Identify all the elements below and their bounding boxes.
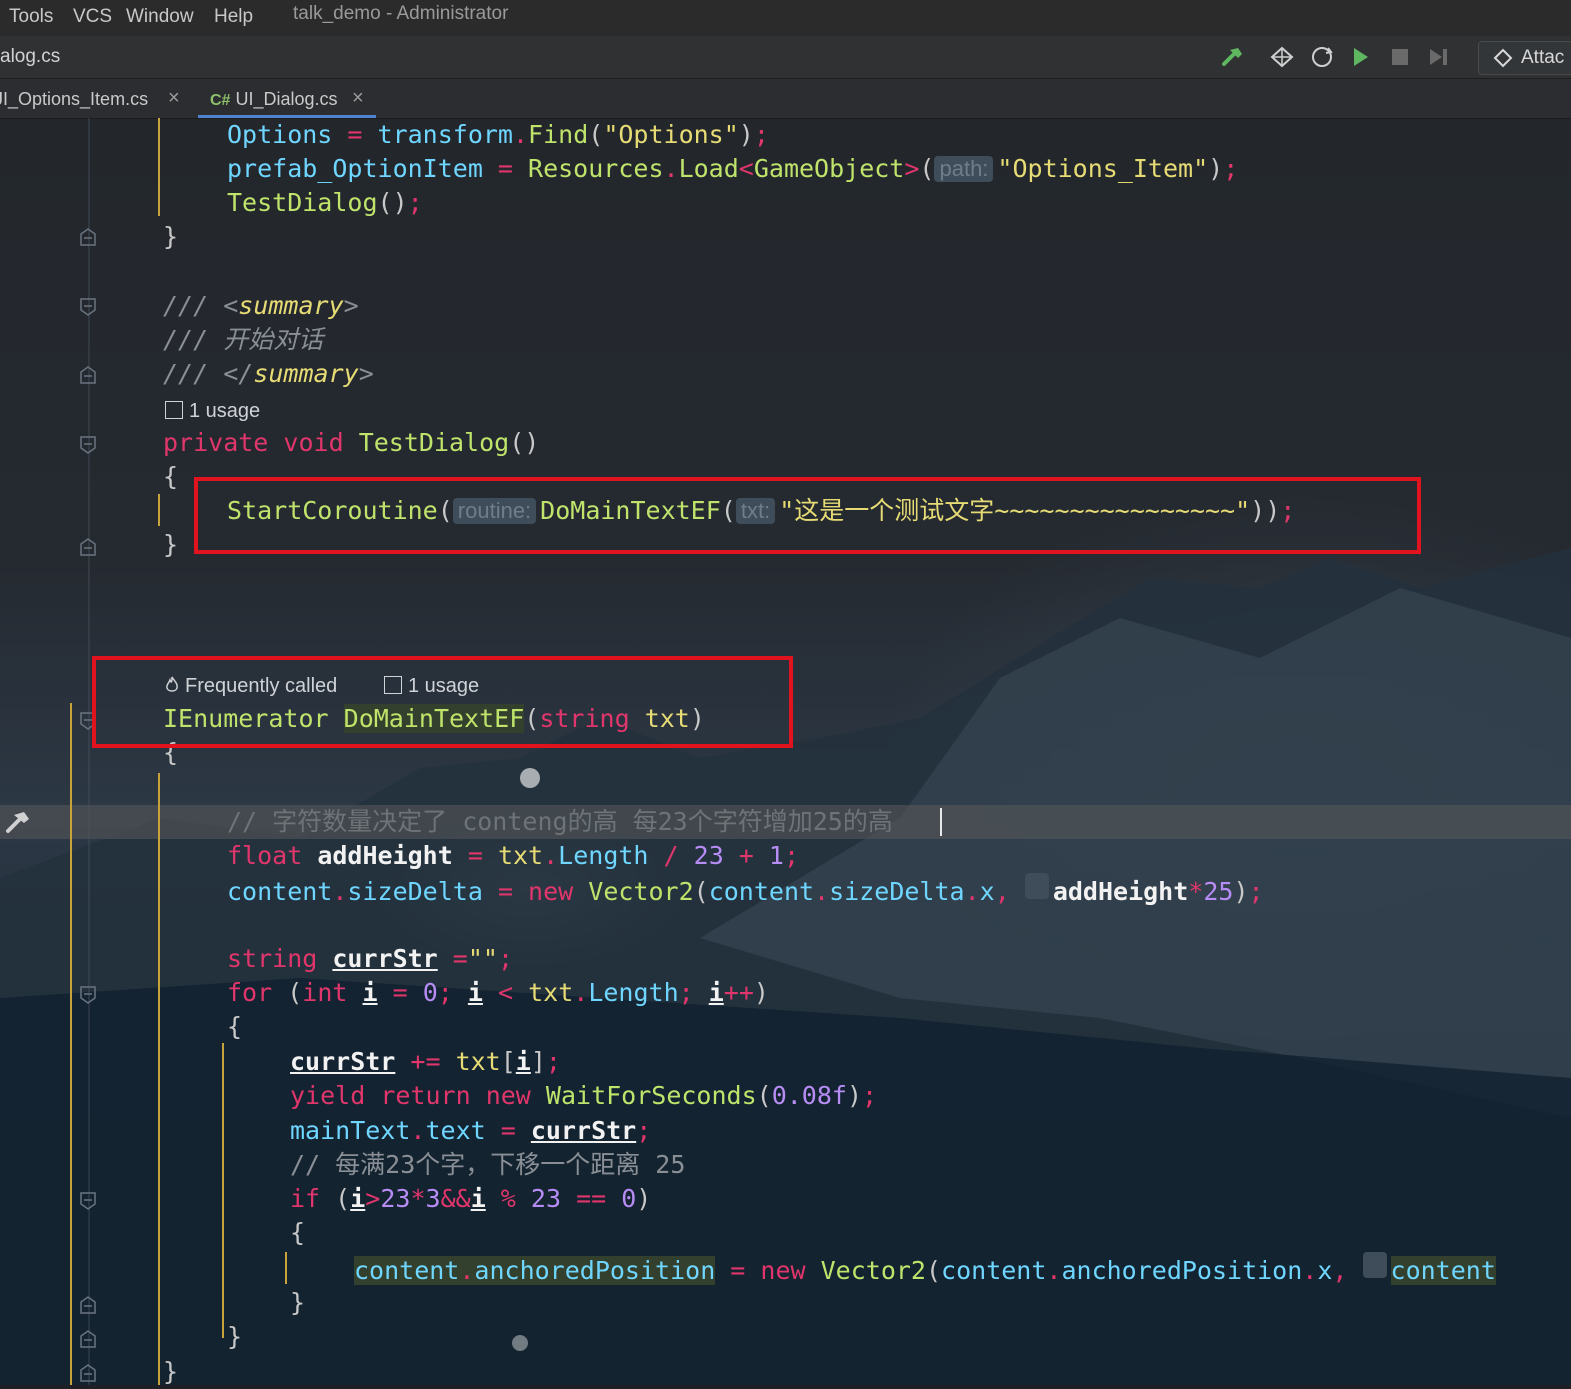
usage-hint[interactable]: 1 usage [165,397,260,425]
code-line: string currStr =""; [227,944,514,973]
fold-end-icon[interactable] [80,1330,96,1348]
code-line: } [163,1357,179,1386]
indent-guide [222,1043,224,1338]
fold-end-icon[interactable] [80,1296,96,1314]
doc-comment-line: /// </summary> [163,359,374,388]
fold-start-icon[interactable] [80,298,96,316]
code-line: } [290,1288,306,1317]
indent-guide [158,773,160,1385]
menu-help[interactable]: Help [214,6,253,28]
fold-end-icon[interactable] [80,538,96,556]
code-line: TestDialog(); [227,188,423,217]
indent-guide [285,1252,287,1284]
code-line: if (i>23*3&&i % 23 == 0) [290,1184,652,1213]
annotation-box [92,656,793,748]
fold-end-icon[interactable] [80,228,96,246]
code-line: } [163,530,179,559]
step-icon[interactable] [1424,44,1452,70]
attach-unity-icon [1493,48,1513,68]
breadcrumb[interactable]: alog.cs [0,46,60,68]
build-hammer-icon[interactable] [1218,44,1246,70]
annotation-box [194,477,1421,554]
code-line: content.sizeDelta = new Vector2(content.… [227,873,1264,907]
code-line: // 字符数量决定了 conteng的高 每23个字符增加25的高 [227,807,893,836]
refresh-unity-icon[interactable] [1308,44,1336,70]
code-line: for (int i = 0; i < txt.Length; i++) [227,978,769,1007]
attach-label: Attac [1521,47,1565,68]
unity-icon[interactable] [1268,44,1296,70]
menu-bar: Tools VCS Window Help talk_demo - Admini… [0,0,1571,36]
code-line: float addHeight = txt.Length / 23 + 1; [227,841,800,870]
fold-end-icon[interactable] [80,366,96,384]
code-line: content.anchoredPosition = new Vector2(c… [354,1252,1496,1286]
code-line: { [290,1218,306,1247]
code-line: prefab_OptionItem = Resources.Load<GameO… [227,154,1239,183]
fold-start-icon[interactable] [80,1192,96,1210]
indent-guide [70,703,72,1385]
code-editor[interactable]: Options = transform.Find("Options"); pre… [0,118,1571,1386]
code-line: } [227,1322,243,1351]
run-icon[interactable] [1346,44,1374,70]
build-hammer-icon[interactable] [2,807,32,835]
tab-ui-dialog[interactable]: C# UI_Dialog.cs × [198,79,376,118]
doc-comment-line: /// 开始对话 [163,325,324,354]
code-line: { [227,1012,243,1041]
menu-window[interactable]: Window [126,6,194,28]
stop-icon[interactable] [1386,44,1414,70]
editor-tab-bar: JI_Options_Item.cs × C# UI_Dialog.cs × [0,79,1571,119]
fold-end-icon[interactable] [80,1364,96,1382]
parameter-hint [1362,1252,1387,1278]
attach-to-unity-button[interactable]: Attac [1478,41,1571,75]
close-icon[interactable]: × [168,87,180,110]
code-line: private void TestDialog() [163,428,540,457]
code-line: // 每满23个字，下移一个距离 25 [290,1150,686,1179]
close-icon[interactable]: × [352,87,364,110]
tab-label: JI_Options_Item.cs [0,89,149,109]
parameter-hint [1024,873,1049,899]
text-caret [940,808,942,836]
csharp-file-icon: C# [210,92,231,109]
fold-start-icon[interactable] [80,986,96,1004]
usage-arrow-icon [165,401,183,419]
window-title: talk_demo - Administrator [293,3,509,24]
menu-vcs[interactable]: VCS [73,6,112,28]
toolbar: alog.cs Attac [0,36,1571,79]
parameter-hint: path: [934,156,994,182]
tab-options-item[interactable]: JI_Options_Item.cs × [0,79,195,118]
code-line: mainText.text = currStr; [290,1116,652,1145]
menu-tools[interactable]: Tools [9,6,53,28]
indent-guide [158,494,160,526]
fold-start-icon[interactable] [80,436,96,454]
code-line: } [163,222,179,251]
code-line: { [163,462,179,491]
code-line: Options = transform.Find("Options"); [227,120,769,149]
code-line: currStr += txt[i]; [290,1047,561,1076]
tab-label: UI_Dialog.cs [235,89,338,109]
code-line: yield return new WaitForSeconds(0.08f); [290,1081,878,1110]
indent-guide [158,118,160,216]
doc-comment-line: /// <summary> [163,291,359,320]
